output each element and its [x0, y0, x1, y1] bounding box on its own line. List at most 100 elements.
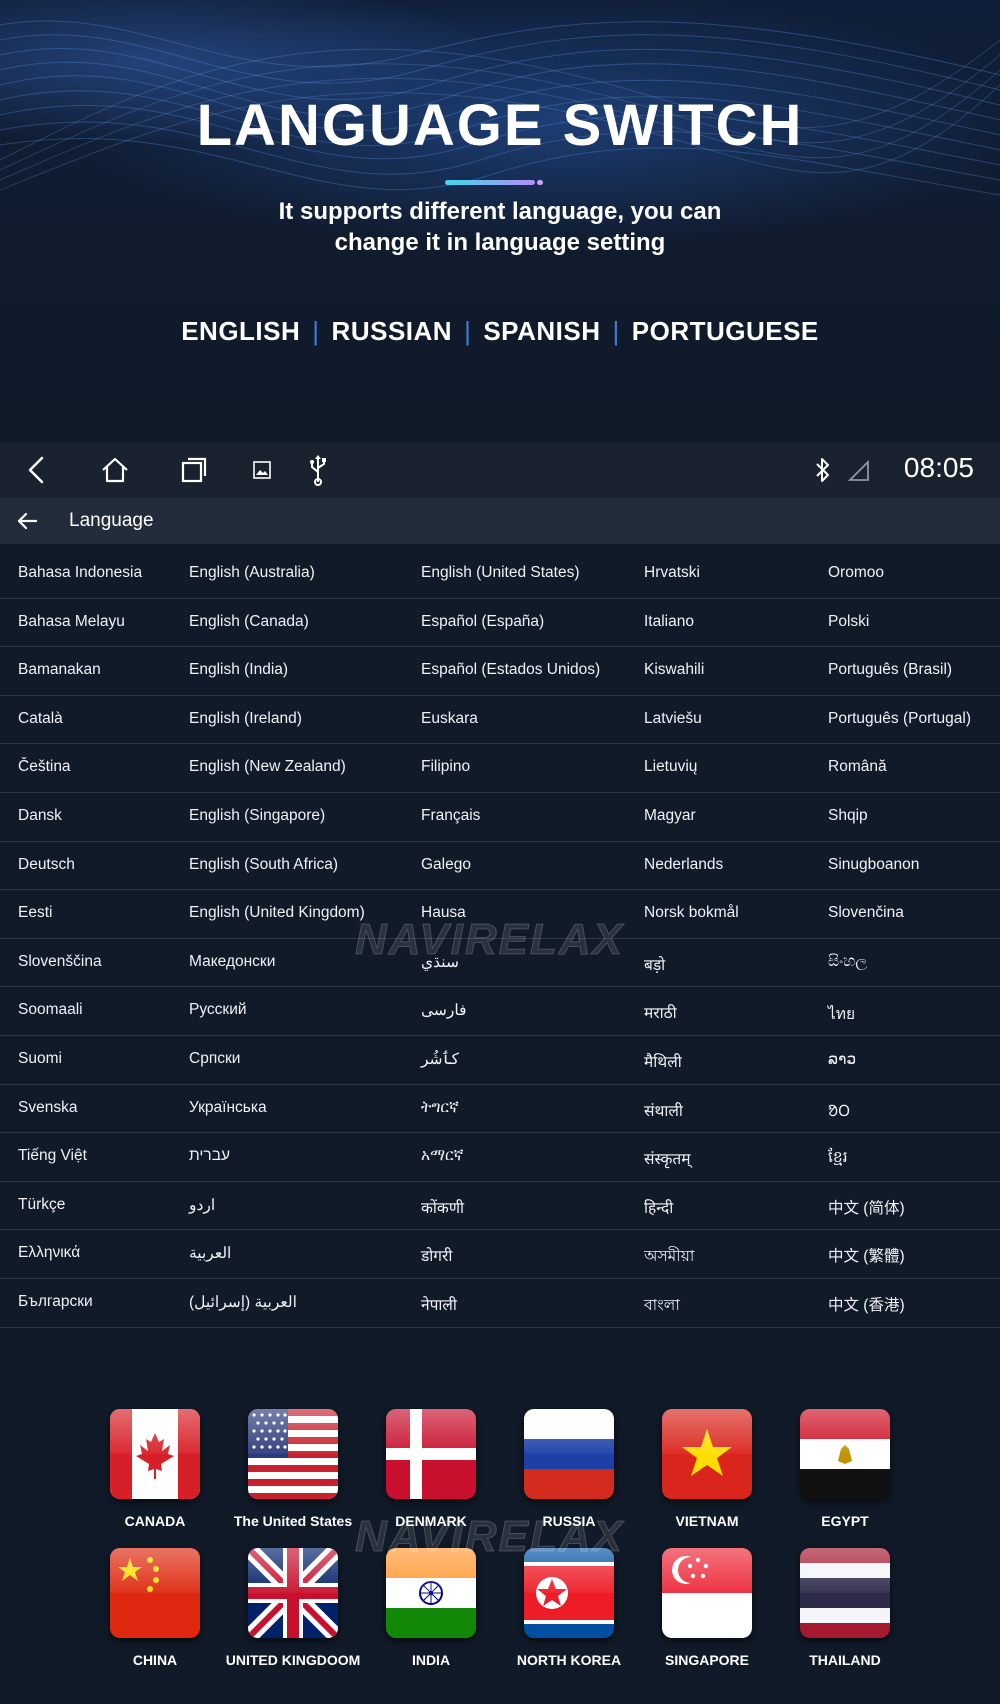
language-option[interactable]: Ελληνικά — [18, 1244, 80, 1262]
language-option[interactable]: Português (Portugal) — [828, 710, 971, 728]
usb-icon[interactable] — [308, 454, 328, 486]
language-option[interactable]: 中文 (繁體) — [828, 1244, 905, 1266]
watermark: NAVIRELAX — [355, 915, 624, 965]
language-option[interactable]: Slovenčina — [828, 904, 904, 922]
language-option[interactable]: Sinugboanon — [828, 856, 919, 874]
language-option[interactable]: Hrvatski — [644, 564, 700, 582]
language-option[interactable]: Español (Estados Unidos) — [421, 661, 600, 679]
language-option[interactable]: English (Canada) — [189, 613, 309, 631]
language-option[interactable]: English (New Zealand) — [189, 758, 346, 776]
recents-icon[interactable] — [180, 456, 208, 484]
language-option[interactable]: Македонски — [189, 953, 275, 971]
table-row: Čeština English (New Zealand) Filipino L… — [0, 744, 1000, 793]
language-option[interactable]: اردو — [189, 1196, 215, 1215]
language-option[interactable]: العربية — [189, 1244, 231, 1263]
page-title: Language — [69, 510, 154, 531]
language-option[interactable]: العربية (إسرائيل) — [189, 1293, 297, 1312]
language-option[interactable]: Magyar — [644, 807, 696, 825]
home-icon[interactable] — [100, 456, 130, 484]
language-option[interactable]: Euskara — [421, 710, 478, 728]
language-option[interactable]: Dansk — [18, 807, 62, 825]
supported-languages: ENGLISH | RUSSIAN | SPANISH | PORTUGUESE — [0, 316, 1000, 347]
language-option[interactable]: Русский — [189, 1001, 247, 1019]
language-option[interactable]: Norsk bokmål — [644, 904, 739, 922]
china-flag-icon — [110, 1548, 200, 1638]
language-option[interactable]: Galego — [421, 856, 471, 874]
language-option[interactable]: English (Ireland) — [189, 710, 302, 728]
language-option[interactable]: کٲشُر — [421, 1050, 459, 1069]
table-row: Bahasa Melayu English (Canada) Español (… — [0, 599, 1000, 648]
language-option[interactable]: Español (España) — [421, 613, 544, 631]
language-option[interactable]: English (Singapore) — [189, 807, 325, 825]
language-option[interactable]: Eesti — [18, 904, 52, 922]
language-option[interactable]: עברית — [189, 1147, 230, 1165]
language-option[interactable]: Lietuvių — [644, 758, 697, 776]
language-option[interactable]: Italiano — [644, 613, 694, 631]
language-option[interactable]: डोगरी — [421, 1244, 452, 1266]
language-option[interactable]: فارسی — [421, 1001, 467, 1020]
language-option[interactable]: English (Australia) — [189, 564, 315, 582]
language-option[interactable]: ລາວ — [828, 1050, 856, 1069]
language-option[interactable]: मराठी — [644, 1001, 677, 1023]
language-option[interactable]: Türkçe — [18, 1196, 65, 1214]
language-option[interactable]: नेपाली — [421, 1293, 457, 1315]
language-option[interactable]: বাংলা — [644, 1293, 680, 1319]
table-row: Türkçe اردو कोंकणी हिन्दी 中文 (简体) — [0, 1182, 1000, 1231]
subtitle-line-1: It supports different language, you can — [278, 198, 722, 225]
language-option[interactable]: অসমীয়া — [644, 1244, 694, 1270]
gallery-icon[interactable] — [252, 460, 272, 480]
language-option[interactable]: Română — [828, 758, 887, 776]
language-option[interactable]: Српски — [189, 1050, 240, 1068]
arrow-back-icon[interactable] — [16, 511, 38, 531]
language-option[interactable]: 中文 (简体) — [828, 1196, 905, 1218]
language-option[interactable]: Português (Brasil) — [828, 661, 952, 679]
hero-title: LANGUAGE SWITCH — [196, 93, 804, 158]
language-option[interactable]: बड़ो — [644, 953, 665, 975]
usa-flag-icon — [248, 1409, 338, 1499]
language-option[interactable]: Svenska — [18, 1099, 77, 1117]
canada-flag-icon — [110, 1409, 200, 1499]
language-option[interactable]: 中文 (香港) — [828, 1293, 905, 1315]
language-option[interactable]: Català — [18, 710, 63, 728]
language-option[interactable]: Slovenščina — [18, 953, 102, 971]
language-option[interactable]: Български — [18, 1293, 93, 1311]
language-option[interactable]: Čeština — [18, 758, 71, 776]
language-option[interactable]: ᱚᱛ — [828, 1099, 850, 1121]
language-option[interactable]: Filipino — [421, 758, 470, 776]
language-option[interactable]: संथाली — [644, 1099, 683, 1121]
language-option[interactable]: Kiswahili — [644, 661, 704, 679]
language-option[interactable]: कोंकणी — [421, 1196, 464, 1218]
language-option[interactable]: Suomi — [18, 1050, 62, 1068]
language-option[interactable]: ไทย — [828, 1001, 855, 1026]
language-option[interactable]: Bamanakan — [18, 661, 101, 679]
language-option[interactable]: Українська — [189, 1099, 267, 1117]
language-option[interactable]: සිංහල — [828, 953, 867, 971]
language-option[interactable]: አማርኛ — [421, 1147, 463, 1165]
hero-banner: LANGUAGE SWITCH It supports different la… — [0, 0, 1000, 440]
language-option[interactable]: English (India) — [189, 661, 288, 679]
signal-icon — [848, 460, 869, 481]
language-option[interactable]: संस्कृतम् — [644, 1147, 691, 1169]
language-option[interactable]: Deutsch — [18, 856, 75, 874]
language-option[interactable]: English (United States) — [421, 564, 580, 582]
back-icon[interactable] — [25, 455, 47, 485]
language-option[interactable]: Shqip — [828, 807, 868, 825]
language-option[interactable]: English (United Kingdom) — [189, 904, 365, 922]
language-option[interactable]: मैथिली — [644, 1050, 682, 1072]
language-option[interactable]: Nederlands — [644, 856, 723, 874]
flag-label: THAILAND — [809, 1652, 881, 1668]
language-option[interactable]: English (South Africa) — [189, 856, 338, 874]
language-english: ENGLISH — [181, 316, 301, 346]
language-option[interactable]: Bahasa Indonesia — [18, 564, 142, 582]
language-option[interactable]: Latviešu — [644, 710, 702, 728]
language-option[interactable]: Oromoo — [828, 564, 884, 582]
language-option[interactable]: Tiếng Việt — [18, 1147, 87, 1165]
language-option[interactable]: Bahasa Melayu — [18, 613, 125, 631]
language-option[interactable]: ትግርኛ — [421, 1099, 459, 1117]
language-option[interactable]: Polski — [828, 613, 869, 631]
language-option[interactable]: ខ្មែរ — [828, 1147, 848, 1170]
language-option[interactable]: हिन्दी — [644, 1196, 673, 1218]
language-option[interactable]: Français — [421, 807, 480, 825]
language-option[interactable]: Soomaali — [18, 1001, 83, 1019]
app-bar: Language — [0, 498, 1000, 544]
